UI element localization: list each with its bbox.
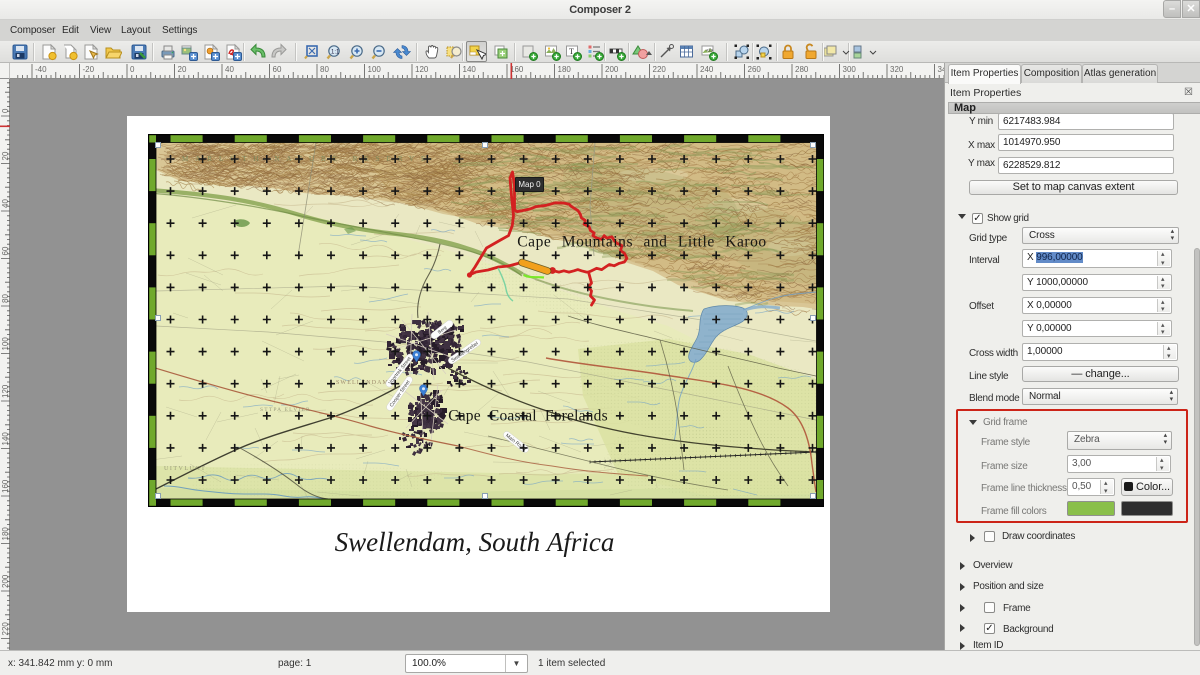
svg-text:0: 0	[1, 108, 10, 113]
svg-text:300: 300	[843, 65, 857, 74]
svg-text:220: 220	[1, 622, 10, 636]
svg-text:20: 20	[178, 65, 187, 74]
svg-text:60: 60	[273, 65, 282, 74]
svg-text:120: 120	[1, 384, 10, 398]
svg-text:80: 80	[1, 294, 10, 303]
svg-text:180: 180	[1, 527, 10, 541]
svg-text:STTPA ELVIER: STTPA ELVIER	[260, 407, 311, 413]
svg-text:160: 160	[1, 479, 10, 493]
svg-text:220: 220	[653, 65, 667, 74]
svg-text:180: 180	[558, 65, 572, 74]
svg-text:20: 20	[1, 151, 10, 160]
svg-text:100: 100	[368, 65, 382, 74]
svg-text:200: 200	[605, 65, 619, 74]
svg-text:80: 80	[320, 65, 329, 74]
svg-text:280: 280	[795, 65, 809, 74]
svg-text:260: 260	[748, 65, 762, 74]
svg-text:140: 140	[1, 432, 10, 446]
svg-text:T: T	[569, 47, 574, 56]
svg-text:100: 100	[1, 337, 10, 351]
svg-text:140: 140	[463, 65, 477, 74]
svg-text:60: 60	[1, 246, 10, 255]
svg-text:Cape Mountains and Little Karo: Cape Mountains and Little Karoo	[517, 234, 766, 251]
svg-text:200: 200	[1, 574, 10, 588]
svg-text:120: 120	[415, 65, 429, 74]
svg-text:-20: -20	[83, 65, 95, 74]
svg-text:UITVLUGT: UITVLUGT	[164, 466, 206, 472]
svg-text:-40: -40	[35, 65, 47, 74]
svg-text:240: 240	[700, 65, 714, 74]
svg-text:40: 40	[1, 199, 10, 208]
svg-text:1:1: 1:1	[331, 50, 340, 56]
svg-text:40: 40	[225, 65, 234, 74]
svg-text:0: 0	[130, 65, 135, 74]
svg-text:320: 320	[890, 65, 904, 74]
